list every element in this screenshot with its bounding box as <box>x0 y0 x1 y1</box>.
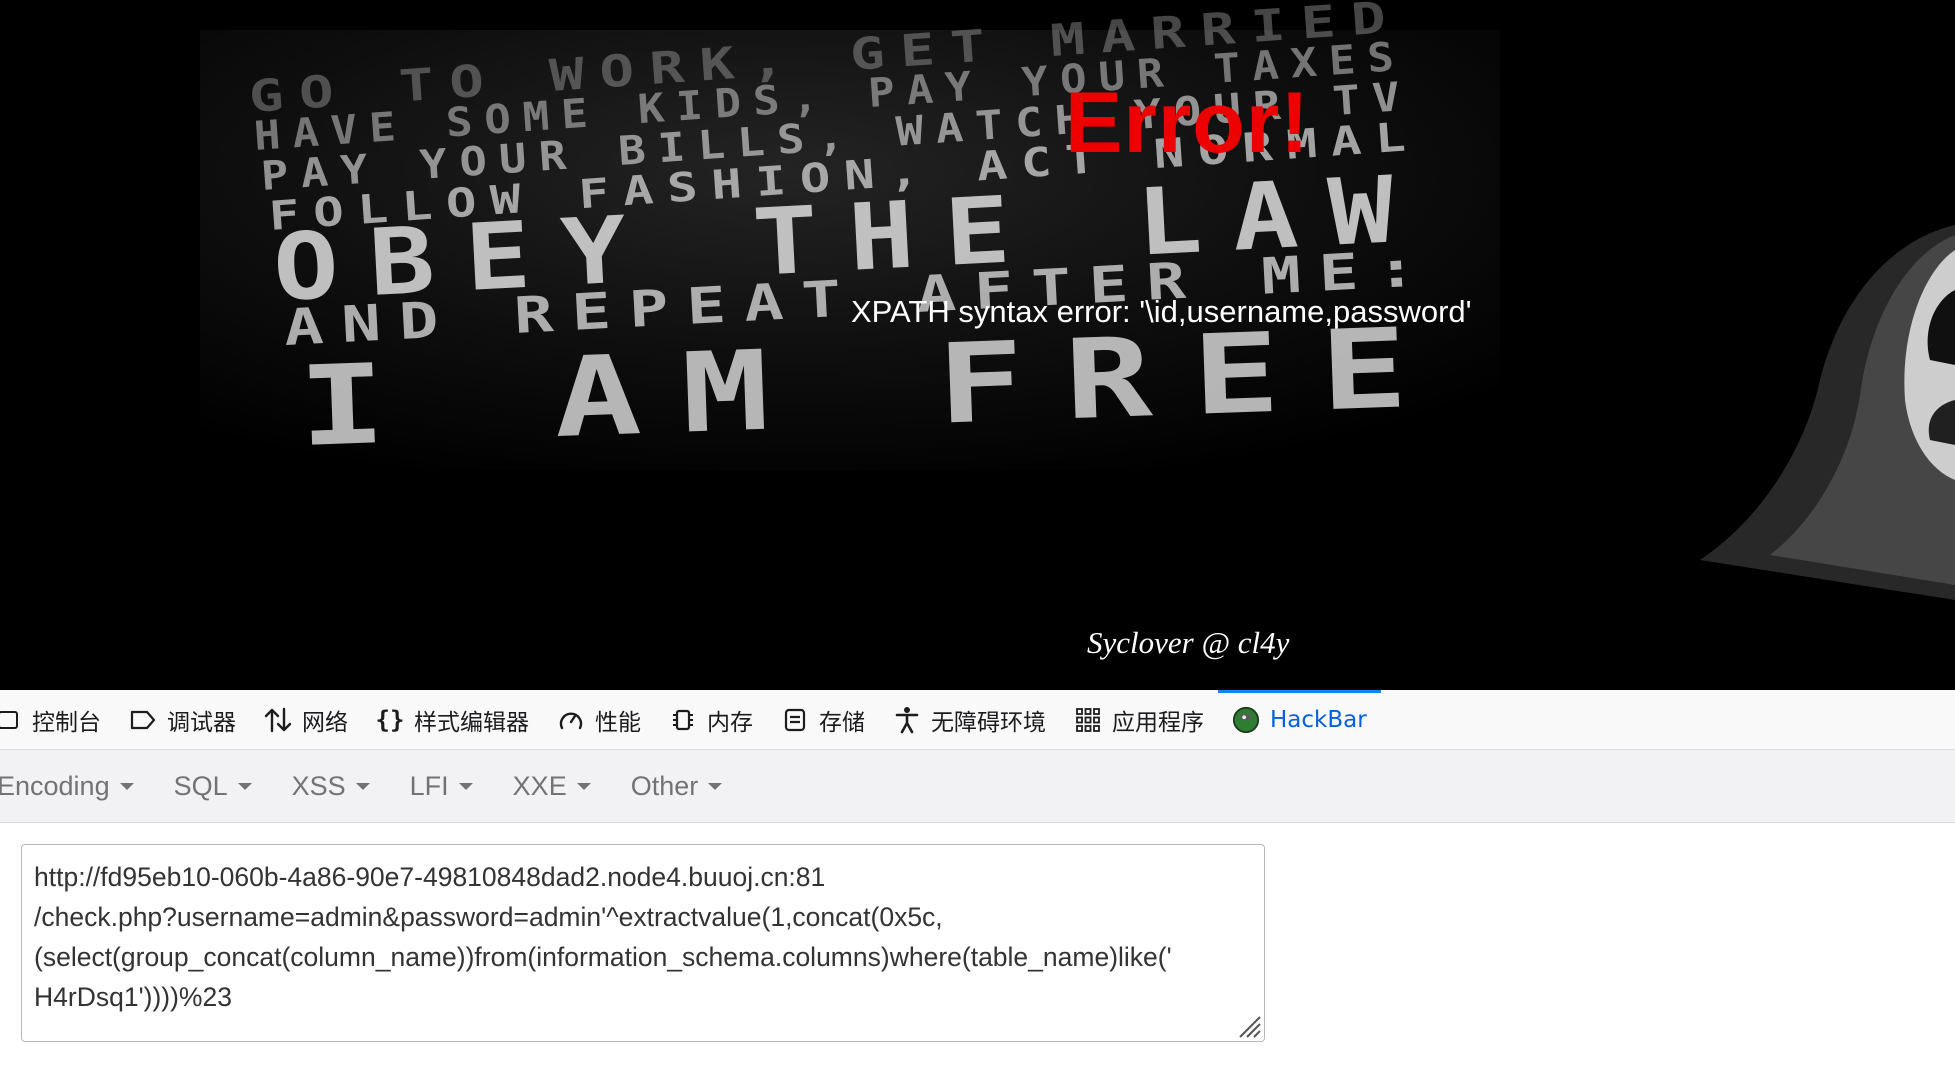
tab-application[interactable]: 应用程序 <box>1060 690 1218 749</box>
console-icon <box>0 706 22 734</box>
hackbar-menu: Encoding SQL XSS LFI XXE Other <box>0 750 1955 823</box>
hackbar-icon <box>1232 706 1260 734</box>
menu-lfi[interactable]: LFI <box>410 771 473 802</box>
page-viewport: GO TO WORK, GET MARRIED HAVE SOME KIDS, P… <box>0 0 1955 690</box>
menu-label: LFI <box>409 770 449 801</box>
background-artwork: GO TO WORK, GET MARRIEDHAVE SOME KIDS, P… <box>0 0 1955 690</box>
resize-grip-icon[interactable] <box>1234 1011 1262 1039</box>
chevron-down-icon <box>576 782 591 790</box>
chevron-down-icon <box>237 782 252 790</box>
menu-label: Other <box>630 770 699 801</box>
menu-other[interactable]: Other <box>631 771 723 802</box>
tab-debugger[interactable]: 调试器 <box>115 690 250 749</box>
tab-accessibility[interactable]: 无障碍环境 <box>879 690 1060 749</box>
url-textarea[interactable]: http://fd95eb10-060b-4a86-90e7-49810848d… <box>21 844 1265 1042</box>
url-line: /check.php?username=admin&password=admin… <box>34 902 943 932</box>
storage-icon <box>781 706 809 734</box>
debugger-icon <box>129 706 157 734</box>
accessibility-icon <box>893 706 921 734</box>
chevron-down-icon <box>355 782 370 790</box>
error-message: XPATH syntax error: '\id,username,passwo… <box>851 294 1472 329</box>
tab-console[interactable]: 控制台 <box>0 690 115 749</box>
tab-label: 样式编辑器 <box>414 709 529 736</box>
tab-label: 性能 <box>595 709 641 736</box>
tab-label: 存储 <box>819 709 865 736</box>
chevron-down-icon <box>458 782 473 790</box>
tab-style-editor[interactable]: {} 样式编辑器 <box>362 690 543 749</box>
tab-network[interactable]: 网络 <box>250 690 362 749</box>
url-line: (select(group_concat(column_name))from(i… <box>34 942 1172 972</box>
tab-storage[interactable]: 存储 <box>767 690 879 749</box>
tab-label: 应用程序 <box>1112 709 1204 736</box>
menu-encoding[interactable]: Encoding <box>0 771 134 802</box>
tab-label: 无障碍环境 <box>931 709 1046 736</box>
chevron-down-icon <box>708 782 723 790</box>
performance-icon <box>557 706 585 734</box>
signature-text: Syclover @ cl4y <box>1087 625 1290 660</box>
style-editor-icon: {} <box>375 705 405 734</box>
menu-label: Encoding <box>0 770 110 801</box>
tab-label: 网络 <box>302 709 348 736</box>
application-icon <box>1074 706 1102 734</box>
menu-label: XXE <box>512 770 567 801</box>
devtools-tab-bar: 控制台 调试器 网络 {} 样式编辑器 性能 内存 存储 无障碍环境 应用程序 … <box>0 690 1955 750</box>
tab-memory[interactable]: 内存 <box>655 690 767 749</box>
memory-icon <box>669 706 697 734</box>
tab-hackbar[interactable]: HackBar <box>1218 690 1381 749</box>
network-icon <box>264 706 292 734</box>
tab-label: 控制台 <box>32 709 101 736</box>
url-line: H4rDsq1'))))%23 <box>34 982 232 1012</box>
menu-sql[interactable]: SQL <box>174 771 252 802</box>
tab-label: 调试器 <box>167 709 236 736</box>
tab-label: HackBar <box>1270 706 1367 733</box>
error-title: Error! <box>1065 75 1310 171</box>
menu-label: SQL <box>173 770 228 801</box>
menu-xxe[interactable]: XXE <box>513 771 591 802</box>
menu-xss[interactable]: XSS <box>292 771 370 802</box>
menu-label: XSS <box>291 770 346 801</box>
chevron-down-icon <box>119 782 134 790</box>
tab-performance[interactable]: 性能 <box>543 690 655 749</box>
tab-label: 内存 <box>707 709 753 736</box>
url-line: http://fd95eb10-060b-4a86-90e7-49810848d… <box>34 862 826 892</box>
